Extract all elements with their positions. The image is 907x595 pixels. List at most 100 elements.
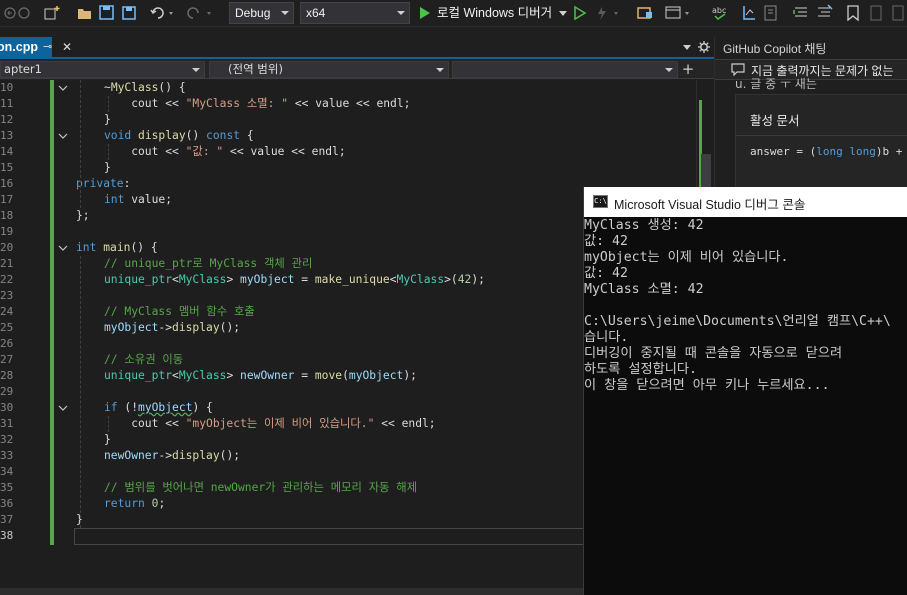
editor-horizontal-scrollbar[interactable] <box>0 588 583 595</box>
code-line: void display() const { <box>104 129 254 142</box>
split-add-button[interactable]: + <box>681 60 695 79</box>
line-number: 11 <box>0 97 14 110</box>
next-bookmark-icon[interactable] <box>890 4 906 22</box>
console-title-bar[interactable]: C:\ Microsoft Visual Studio 디버그 콘솔 <box>584 187 907 217</box>
play-icon <box>420 7 430 19</box>
close-tab-icon[interactable]: ✕ <box>62 37 72 57</box>
console-output: MyClass 생성: 42 값: 42 myObject는 이제 비어 있습니다.… <box>584 217 907 595</box>
line-number: 37 <box>0 513 14 526</box>
run-target-label: 로컬 Windows 디버거 <box>437 6 553 20</box>
document-icon[interactable] <box>762 4 780 22</box>
new-project-icon[interactable] <box>42 4 64 22</box>
line-number: 17 <box>0 193 14 206</box>
spell-check-icon[interactable]: abc <box>711 4 731 22</box>
line-number: 24 <box>0 305 14 318</box>
line-number: 35 <box>0 481 14 494</box>
code-line: cout << "MyClass 소멸: " << value << endl; <box>104 97 411 110</box>
indent-guide <box>80 80 81 208</box>
line-number: 32 <box>0 433 14 446</box>
gear-icon[interactable] <box>698 41 710 53</box>
tab-list-chevron-icon[interactable] <box>683 45 691 50</box>
comment-out-icon[interactable] <box>792 4 810 22</box>
code-line: ~MyClass() { <box>104 81 186 94</box>
code-line: return 0; <box>104 497 166 510</box>
previous-bookmark-icon[interactable] <box>868 4 884 22</box>
line-number: 20 <box>0 241 14 254</box>
code-line: unique_ptr<MyClass> myObject = make_uniq… <box>104 273 485 286</box>
code-line: } <box>104 161 111 174</box>
project-scope-value: apter1 <box>4 62 42 76</box>
console-output-line: MyClass 소멸: 42 <box>584 282 704 297</box>
line-number: 12 <box>0 113 14 126</box>
console-output-line: 이 창을 닫으려면 아무 키나 누르세요... <box>584 378 830 393</box>
divider <box>736 135 907 136</box>
undo-icon[interactable] <box>148 4 176 22</box>
save-all-icon[interactable] <box>119 4 139 22</box>
line-number: 29 <box>0 385 14 398</box>
configuration-value: Debug <box>235 6 271 20</box>
chevron-down-icon <box>665 68 673 72</box>
console-output-line: 값: 42 <box>584 266 628 281</box>
back-forward-icon[interactable] <box>4 4 32 22</box>
line-number: 27 <box>0 353 14 366</box>
line-number: 16 <box>0 177 14 190</box>
line-number: 31 <box>0 417 14 430</box>
configuration-dropdown[interactable]: Debug <box>229 2 294 24</box>
fold-chevron-icon[interactable] <box>58 240 68 256</box>
bookmark-icon[interactable] <box>845 4 861 22</box>
active-document-card[interactable]: 활성 문서 answer = (long long)b + <box>735 94 907 194</box>
fold-chevron-icon[interactable] <box>58 80 68 96</box>
code-line: myObject->display(); <box>104 321 241 334</box>
console-output-line: MyClass 생성: 42 <box>584 218 704 233</box>
console-output-line: C:\Users\jeime\Documents\언리얼 캠프\C++\ <box>584 314 891 329</box>
code-line: unique_ptr<MyClass> newOwner = move(myOb… <box>104 369 417 382</box>
open-folder-icon[interactable] <box>76 4 94 22</box>
code-line: int main() { <box>76 241 158 254</box>
tab-label: on.cpp <box>0 40 38 54</box>
line-number: 19 <box>0 225 14 238</box>
line-number: 23 <box>0 289 14 302</box>
line-number: 30 <box>0 401 14 414</box>
fold-chevron-icon[interactable] <box>58 128 68 144</box>
line-number: 22 <box>0 273 14 286</box>
start-debugging-button[interactable]: 로컬 Windows 디버거 <box>418 2 568 24</box>
change-tracking-bar <box>50 80 54 545</box>
global-scope-dropdown[interactable]: (전역 범위) <box>209 61 449 78</box>
uncomment-icon[interactable] <box>815 4 833 22</box>
console-output-line: myObject는 이제 비어 있습니다. <box>584 250 789 265</box>
pin-icon[interactable]: ⊸ <box>43 37 52 57</box>
active-document-title: 활성 문서 <box>750 114 800 128</box>
console-output-line: 디버깅이 중지될 때 콘솔을 자동으로 닫으려 <box>584 346 843 361</box>
chevron-down-icon <box>192 68 200 72</box>
member-dropdown[interactable] <box>452 61 678 78</box>
fold-chevron-icon[interactable] <box>58 400 68 416</box>
current-line-highlight <box>74 528 594 545</box>
code-line: int value; <box>104 193 173 206</box>
indent-guide <box>80 256 81 528</box>
start-without-debugging-icon[interactable] <box>572 4 588 22</box>
hot-reload-icon[interactable] <box>594 4 624 22</box>
breakpoint-icon[interactable] <box>740 4 758 22</box>
console-output-line: 값: 42 <box>584 234 628 249</box>
line-number: 25 <box>0 321 14 334</box>
project-scope-dropdown[interactable]: apter1 <box>0 61 205 78</box>
chevron-down-icon <box>397 11 405 15</box>
code-line: if (!myObject) { <box>104 401 213 414</box>
console-title: Microsoft Visual Studio 디버그 콘솔 <box>614 198 806 212</box>
redo-icon[interactable] <box>184 4 214 22</box>
layout-icon[interactable] <box>664 4 694 22</box>
debug-console-window[interactable]: C:\ Microsoft Visual Studio 디버그 콘솔 MyCla… <box>583 187 907 595</box>
code-line: // 소유권 이동 <box>104 353 184 366</box>
line-number: 38 <box>0 529 14 542</box>
solution-explorer-icon[interactable] <box>636 4 656 22</box>
navigation-bar: apter1 (전역 범위) + <box>0 60 714 79</box>
main-toolbar: Debug x64 로컬 Windows 디버거 abc <box>0 0 907 27</box>
save-icon[interactable] <box>98 4 116 22</box>
indent-guide <box>108 96 109 112</box>
chevron-down-icon <box>436 68 444 72</box>
code-line: // 범위를 벗어나면 newOwner가 관리하는 메모리 자동 해제 <box>104 481 418 494</box>
chevron-down-icon <box>559 11 567 16</box>
platform-dropdown[interactable]: x64 <box>300 2 410 24</box>
global-scope-value: (전역 범위) <box>228 62 283 76</box>
line-number: 14 <box>0 145 14 158</box>
